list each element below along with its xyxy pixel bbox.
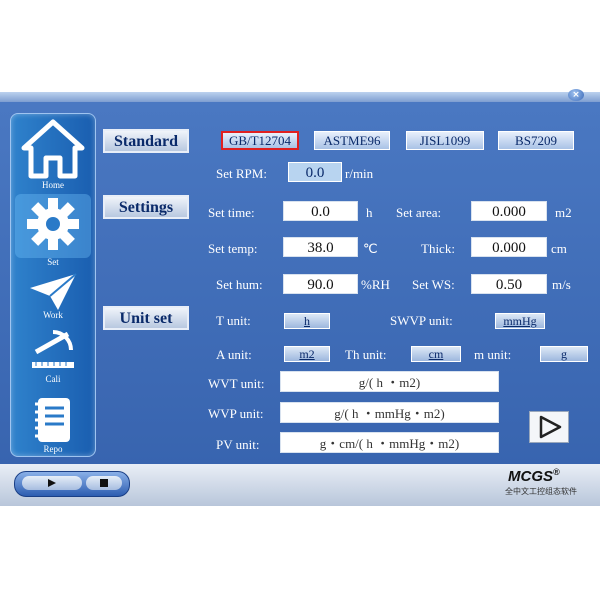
swvp-unit-button[interactable]: mmHg [495, 313, 545, 329]
thick-field[interactable]: 0.000 [471, 237, 547, 257]
sidebar: Home Set Work Cali Repo [10, 113, 96, 457]
wvp-unit-label: WVP unit: [208, 406, 264, 421]
set-hum-unit: %RH [361, 277, 390, 292]
m-unit-button[interactable]: g [540, 346, 588, 362]
pv-unit-field[interactable]: g・cm/( h ・mmHg・m2) [280, 432, 499, 453]
gear-icon [27, 198, 79, 250]
home-icon [21, 119, 85, 179]
settings-button[interactable]: Settings [103, 195, 189, 219]
rpm-label: Set RPM: [216, 166, 267, 181]
close-button[interactable]: × [568, 89, 584, 101]
set-area-unit: m2 [555, 205, 572, 220]
set-temp-unit: ℃ [363, 241, 378, 256]
set-time-unit: h [366, 205, 373, 220]
sidebar-item-cali[interactable] [11, 328, 95, 377]
a-unit-button[interactable]: m2 [284, 346, 330, 362]
sidebar-item-label: Home [42, 180, 64, 190]
stop-button[interactable] [86, 476, 122, 490]
sidebar-item-repo[interactable] [11, 396, 95, 449]
set-area-label: Set area: [396, 205, 442, 220]
a-unit-label: A unit: [216, 347, 252, 362]
wvt-unit-label: WVT unit: [208, 376, 265, 391]
sidebar-item-label: Set [47, 257, 59, 267]
set-temp-field[interactable]: 38.0 [283, 237, 358, 257]
play-button[interactable] [22, 476, 82, 490]
play-icon [48, 479, 56, 487]
set-ws-unit: m/s [552, 277, 571, 292]
set-hum-label: Set hum: [216, 277, 263, 292]
standard-astme96-button[interactable]: ASTME96 [314, 131, 390, 150]
brand-logo: MCGS® [508, 467, 560, 485]
brand-subtitle: 全中文工控组态软件 [505, 487, 577, 496]
ruler-icon [32, 330, 74, 368]
unit-set-button[interactable]: Unit set [103, 306, 189, 330]
thick-label: Thick: [421, 241, 455, 256]
stop-icon [100, 479, 108, 487]
wvt-unit-field[interactable]: g/( h ・m2) [280, 371, 499, 392]
set-temp-label: Set temp: [208, 241, 258, 256]
standard-jisl1099-button[interactable]: JISL1099 [406, 131, 484, 150]
set-time-field[interactable]: 0.0 [283, 201, 358, 221]
set-area-field[interactable]: 0.000 [471, 201, 547, 221]
standard-bs7209-button[interactable]: BS7209 [498, 131, 574, 150]
rpm-field[interactable]: 0.0 [288, 162, 342, 182]
sidebar-item-set[interactable] [11, 194, 95, 258]
next-page-button[interactable] [529, 411, 569, 443]
thick-unit: cm [551, 241, 567, 256]
set-time-label: Set time: [208, 205, 255, 220]
notebook-icon [35, 398, 70, 442]
standard-gbt12704-button[interactable]: GB/T12704 [221, 131, 299, 150]
t-unit-label: T unit: [216, 313, 251, 328]
sidebar-item-home[interactable] [11, 118, 95, 185]
sidebar-item-label: Repo [43, 444, 63, 454]
set-ws-label: Set WS: [412, 277, 455, 292]
player-control [14, 471, 130, 497]
t-unit-button[interactable]: h [284, 313, 330, 329]
sidebar-item-label: Work [43, 310, 63, 320]
th-unit-button[interactable]: cm [411, 346, 461, 362]
play-right-icon [539, 415, 562, 439]
paper-plane-icon [30, 273, 77, 310]
wvp-unit-field[interactable]: g/( h ・mmHg・m2) [280, 402, 499, 423]
set-hum-field[interactable]: 90.0 [283, 274, 358, 294]
m-unit-label: m unit: [474, 347, 512, 362]
pv-unit-label: PV unit: [216, 437, 260, 452]
sidebar-item-label: Cali [45, 374, 61, 384]
rpm-unit: r/min [345, 166, 374, 181]
set-ws-field[interactable]: 0.50 [471, 274, 547, 294]
th-unit-label: Th unit: [345, 347, 387, 362]
swvp-unit-label: SWVP unit: [390, 313, 453, 328]
standard-button[interactable]: Standard [103, 129, 189, 153]
title-bar: × [0, 89, 600, 102]
